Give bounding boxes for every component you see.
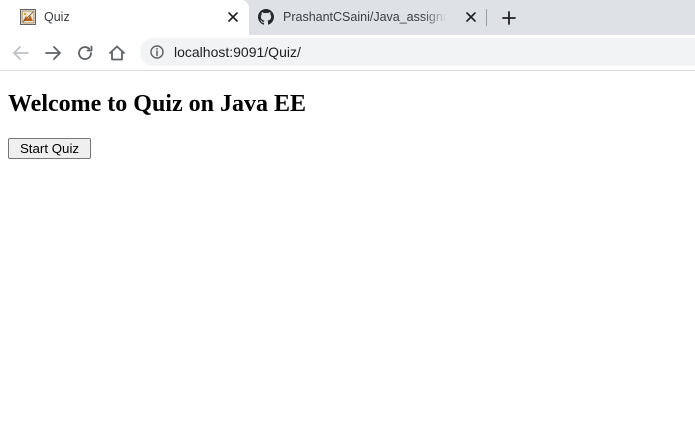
reload-icon[interactable] xyxy=(74,42,96,64)
tab-strip: Quiz PrashantCSaini/Java_assignment2 xyxy=(0,0,695,35)
tab-quiz[interactable]: Quiz xyxy=(0,0,249,35)
close-icon[interactable] xyxy=(226,10,240,24)
url-text[interactable]: localhost:9091/Quiz/ xyxy=(174,45,301,60)
plus-icon[interactable] xyxy=(500,9,517,26)
quiz-page-icon xyxy=(20,9,36,25)
forward-arrow-icon[interactable] xyxy=(42,42,64,64)
start-quiz-button[interactable]: Start Quiz xyxy=(8,138,91,159)
tab-github[interactable]: PrashantCSaini/Java_assignment2 xyxy=(249,0,485,35)
tab-title: Quiz xyxy=(44,10,70,24)
github-icon xyxy=(258,9,274,25)
browser-toolbar: localhost:9091/Quiz/ xyxy=(0,35,695,70)
address-bar[interactable]: localhost:9091/Quiz/ xyxy=(140,38,695,66)
back-arrow-icon[interactable] xyxy=(10,42,32,64)
tab-separator xyxy=(486,9,487,26)
info-icon[interactable] xyxy=(150,45,164,59)
close-icon[interactable] xyxy=(464,10,478,24)
tab-title: PrashantCSaini/Java_assignment2 xyxy=(283,10,447,24)
page-content: Welcome to Quiz on Java EE Start Quiz xyxy=(0,71,695,432)
page-title: Welcome to Quiz on Java EE xyxy=(8,91,306,117)
home-icon[interactable] xyxy=(106,42,128,64)
